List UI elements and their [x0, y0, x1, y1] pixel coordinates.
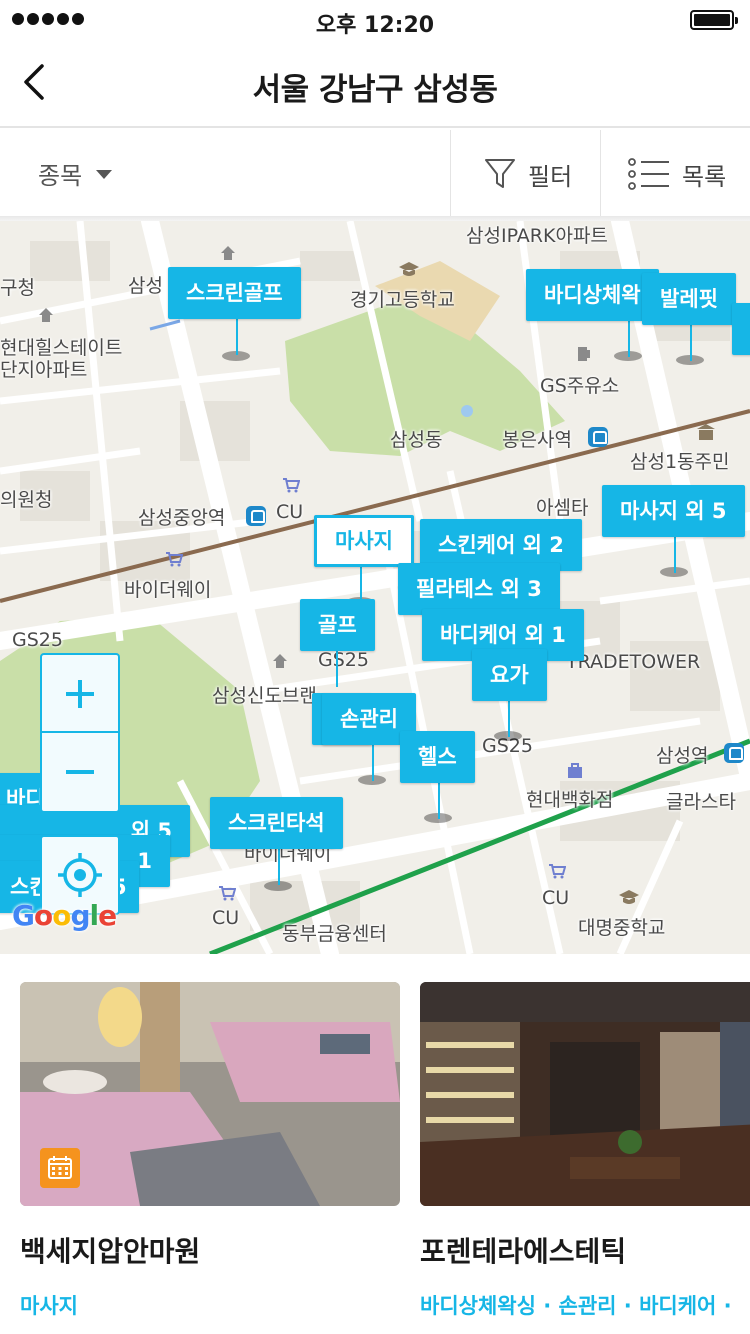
- place-label: TRADETOWER: [566, 651, 701, 673]
- place-label: GS주유소: [540, 375, 620, 397]
- filter-label: 필터: [528, 162, 573, 191]
- marker-label: 필라테스 외 3: [398, 563, 560, 615]
- place-label: 글라스타: [666, 791, 736, 813]
- place-label: 바이더웨이: [124, 579, 212, 601]
- listing-tags: 바디상체왁싱 · 손관리 · 바디케어 ·: [420, 1294, 732, 1318]
- place-label: 삼성동: [390, 429, 443, 451]
- shop-cart-icon: [166, 552, 183, 567]
- zoom-in-button[interactable]: [42, 655, 118, 733]
- marker-stem: [278, 845, 280, 885]
- home-poi-icon: [39, 308, 53, 322]
- battery-icon: [690, 10, 738, 30]
- school-poi-icon: [619, 890, 639, 904]
- place-label: CU: [542, 887, 570, 909]
- listing-photo: [420, 982, 750, 1206]
- filter-funnel-icon: [485, 159, 515, 188]
- place-label: 삼성역: [656, 745, 709, 767]
- shop-cart-icon: [219, 886, 236, 901]
- list-label: 목록: [682, 162, 727, 191]
- home-poi-icon: [273, 654, 287, 668]
- listing-name: 백세지압안마원: [20, 1235, 201, 1268]
- bag-poi-icon: [568, 763, 582, 778]
- filter-toolbar: 종목 필터 목록: [0, 130, 750, 218]
- place-label: CU: [276, 501, 304, 523]
- status-time: 오후 12:20: [315, 13, 435, 38]
- marker-label: 헬스: [400, 731, 475, 783]
- marker-label: 발레핏: [642, 273, 736, 325]
- listing-name: 포렌테라에스테틱: [420, 1235, 627, 1268]
- list-view-button[interactable]: 목록: [628, 130, 726, 218]
- listing-card[interactable]: 백세지압안마원 마사지: [20, 982, 400, 1320]
- filter-button[interactable]: 필터: [484, 130, 572, 218]
- place-label: 동부금융센터: [282, 923, 387, 945]
- marker-stem: [690, 321, 692, 361]
- subway-icon: [246, 506, 266, 526]
- zoom-out-button[interactable]: [42, 733, 118, 811]
- marker-label: [732, 303, 750, 355]
- place-label: 현대백화점: [526, 789, 614, 811]
- marker-label: 요가: [472, 649, 547, 701]
- listing-tags: 마사지: [20, 1294, 78, 1318]
- marker-stem: [372, 741, 374, 781]
- page-title: 서울 강남구 삼성동: [252, 72, 498, 108]
- marker-stem: [674, 533, 676, 573]
- place-label: 봉은사역: [502, 429, 572, 451]
- listing-carousel[interactable]: 백세지압안마원 마사지 포렌테라에스테틱 바디상체왁싱 · 손관리 · 바디케어…: [0, 954, 750, 1334]
- zoom-control: [40, 653, 120, 813]
- place-label: GS25: [318, 649, 369, 671]
- marker-label: 마사지 외 5: [602, 485, 745, 537]
- home-poi-icon: [221, 246, 235, 260]
- zoom-in-icon: [66, 680, 94, 708]
- category-dropdown[interactable]: 종목: [38, 156, 113, 191]
- app-header: 서울 강남구 삼성동: [0, 40, 750, 128]
- divider: [600, 130, 601, 218]
- subway-icon: [724, 743, 744, 763]
- marker-label: 바디상체왁: [526, 269, 659, 321]
- marker-stem: [236, 315, 238, 355]
- back-button[interactable]: [14, 58, 62, 106]
- marker-label: 마사지: [314, 515, 414, 567]
- place-label: 아셈타: [536, 497, 589, 519]
- marker-stem: [508, 697, 510, 737]
- place-label: 경기고등학교: [350, 289, 455, 311]
- place-label: 삼성신도브랜: [212, 685, 317, 707]
- place-label: GS25: [12, 629, 63, 651]
- place-label: 대명중학교: [578, 917, 666, 939]
- list-icon: [628, 158, 669, 190]
- map-view[interactable]: 삼성IPARK아파트 구청 삼성 경기고등학교 현대힐스테이트 단지아파트 GS…: [0, 221, 750, 954]
- school-poi-icon: [399, 262, 419, 276]
- place-label: 의원청: [0, 489, 53, 511]
- building-poi-icon: [697, 424, 715, 440]
- back-arrow-icon: [24, 64, 44, 100]
- status-bar: 오후 12:20: [0, 0, 750, 40]
- listing-photo: [20, 982, 400, 1206]
- chevron-down-icon: [96, 170, 113, 179]
- gas-poi-icon: [578, 347, 590, 361]
- listing-card[interactable]: 포렌테라에스테틱 바디상체왁싱 · 손관리 · 바디케어 ·: [420, 982, 750, 1320]
- place-label: 삼성: [128, 275, 163, 297]
- zoom-out-icon: [66, 770, 94, 774]
- marker-label: 스크린타석: [210, 797, 343, 849]
- place-label: 단지아파트: [0, 359, 88, 381]
- place-label: 구청: [0, 277, 35, 299]
- marker-label: 스크린골프: [168, 267, 301, 319]
- shop-cart-icon: [283, 478, 300, 493]
- marker-stem: [628, 317, 630, 357]
- marker-label: 골프: [300, 599, 375, 651]
- place-label: 삼성1동주민: [630, 451, 730, 473]
- google-logo: Google: [12, 899, 117, 932]
- category-label: 종목: [38, 162, 83, 190]
- place-label: 삼성중앙역: [138, 507, 226, 529]
- shop-cart-icon: [549, 864, 566, 879]
- place-label: CU: [212, 907, 240, 929]
- subway-icon: [588, 427, 608, 447]
- marker-stem: [438, 779, 440, 819]
- marker-stem: [336, 647, 338, 687]
- place-label: 삼성IPARK아파트: [466, 225, 608, 247]
- divider: [450, 130, 451, 218]
- calendar-icon: [40, 1148, 80, 1188]
